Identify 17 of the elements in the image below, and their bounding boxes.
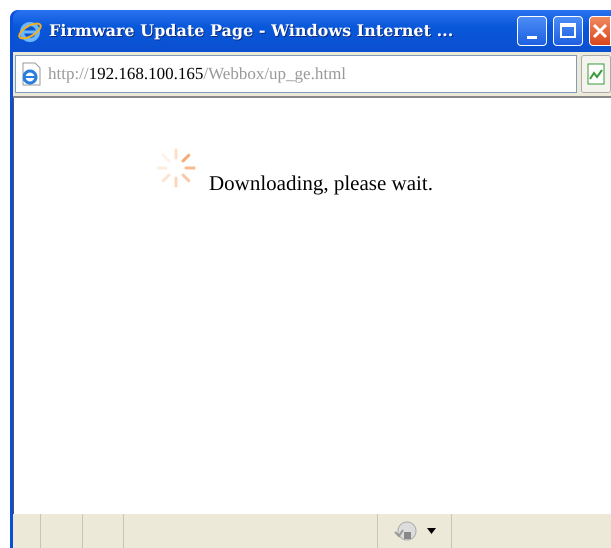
- minimize-icon: [527, 36, 537, 38]
- minimize-button[interactable]: [517, 16, 547, 46]
- page-icon: [20, 62, 42, 86]
- window-title: Firmware Update Page - Windows Internet ...: [49, 20, 454, 42]
- close-button[interactable]: [589, 16, 611, 46]
- address-field[interactable]: http://192.168.100.165/Webbox/up_ge.html: [15, 55, 577, 93]
- maximize-button[interactable]: [553, 16, 583, 46]
- url-scheme: http://: [48, 64, 89, 84]
- page-status-button[interactable]: [581, 55, 611, 93]
- chart-page-icon: [586, 63, 606, 85]
- maximize-icon: [559, 22, 577, 40]
- close-icon: [591, 22, 609, 40]
- url-path: /Webbox/up_ge.html: [203, 64, 346, 84]
- url-host: 192.168.100.165: [88, 64, 204, 84]
- status-message: Downloading, please wait.: [209, 170, 434, 197]
- security-icon: [393, 520, 417, 542]
- dropdown-caret-icon[interactable]: [427, 528, 436, 534]
